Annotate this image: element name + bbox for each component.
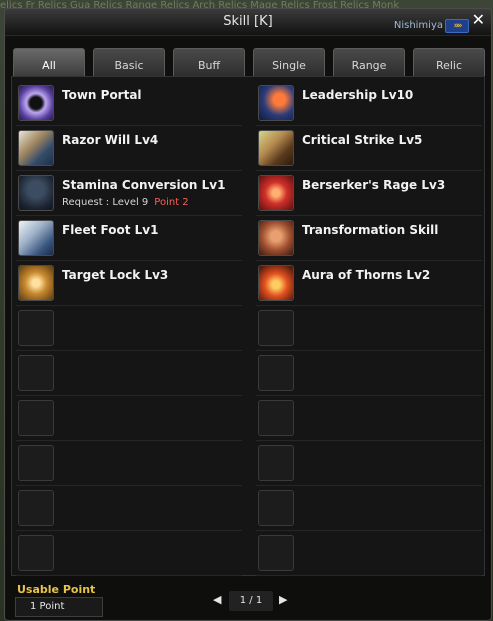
- berserker-icon[interactable]: [258, 175, 294, 211]
- empty-skill-slot[interactable]: [256, 396, 482, 441]
- tab-range[interactable]: Range: [333, 48, 405, 76]
- empty-skill-slot[interactable]: [256, 486, 482, 531]
- tab-bar: All Basic Buff Single Range Relic: [13, 48, 485, 76]
- skill-name: Critical Strike Lv5: [302, 133, 423, 147]
- close-icon[interactable]: ✕: [472, 11, 485, 29]
- skill-name: Razor Will Lv4: [62, 133, 159, 147]
- empty-skill-slot[interactable]: [16, 351, 242, 396]
- empty-skill-slot[interactable]: [16, 306, 242, 351]
- usable-point-label: Usable Point: [17, 583, 96, 596]
- aura-icon[interactable]: [258, 265, 294, 301]
- tab-relic[interactable]: Relic: [413, 48, 485, 76]
- skill-slot[interactable]: Aura of Thorns Lv2: [256, 261, 482, 306]
- empty-skill-slot[interactable]: [256, 351, 482, 396]
- empty-slot-icon[interactable]: [18, 310, 54, 346]
- skill-window: Skill [K] Nishimiya »» ✕ All Basic Buff Sin…: [4, 8, 492, 621]
- skill-name: Fleet Foot Lv1: [62, 223, 159, 237]
- skill-name: Aura of Thorns Lv2: [302, 268, 431, 282]
- skill-slot[interactable]: Fleet Foot Lv1: [16, 216, 242, 261]
- skill-slot[interactable]: Stamina Conversion Lv1 Request : Level 9 P…: [16, 171, 242, 216]
- skill-slot[interactable]: Transformation Skill: [256, 216, 482, 261]
- skill-name: Town Portal: [62, 88, 142, 102]
- empty-slot-icon[interactable]: [18, 400, 54, 436]
- double-arrow-icon[interactable]: »»: [445, 19, 469, 33]
- tab-basic[interactable]: Basic: [93, 48, 165, 76]
- skill-slot[interactable]: Target Lock Lv3: [16, 261, 242, 306]
- skill-list-panel: Town Portal Razor Will Lv4 Stamina Convers…: [11, 76, 485, 576]
- skill-name: Stamina Conversion Lv1: [62, 178, 226, 192]
- empty-slot-icon[interactable]: [258, 535, 294, 571]
- tab-buff[interactable]: Buff: [173, 48, 245, 76]
- skill-column-left: Town Portal Razor Will Lv4 Stamina Convers…: [16, 81, 248, 576]
- portal-icon[interactable]: [18, 85, 54, 121]
- critical-strike-icon[interactable]: [258, 130, 294, 166]
- empty-slot-icon[interactable]: [258, 400, 294, 436]
- empty-slot-icon[interactable]: [258, 490, 294, 526]
- pagination: ◀ 1 / 1 ▶: [213, 591, 293, 611]
- skill-slot[interactable]: Razor Will Lv4: [16, 126, 242, 171]
- empty-skill-slot[interactable]: [256, 441, 482, 486]
- skill-slot[interactable]: Town Portal: [16, 81, 242, 126]
- skill-slot[interactable]: Critical Strike Lv5: [256, 126, 482, 171]
- fist-icon[interactable]: [18, 265, 54, 301]
- skill-requirement: Request : Level 9 Point 2: [62, 197, 189, 208]
- leadership-icon[interactable]: [258, 85, 294, 121]
- skill-name: Berserker's Rage Lv3: [302, 178, 446, 192]
- usable-point-value: 1 Point: [15, 597, 103, 617]
- title-bar[interactable]: Skill [K] Nishimiya »» ✕: [5, 9, 491, 36]
- empty-slot-icon[interactable]: [258, 310, 294, 346]
- next-page-icon[interactable]: ▶: [279, 593, 287, 606]
- empty-skill-slot[interactable]: [16, 486, 242, 531]
- eagle-icon[interactable]: [18, 220, 54, 256]
- empty-skill-slot[interactable]: [256, 306, 482, 351]
- tab-single[interactable]: Single: [253, 48, 325, 76]
- prev-page-icon[interactable]: ◀: [213, 593, 221, 606]
- skill-column-right: Leadership Lv10 Critical Strike Lv5 Berser…: [256, 81, 488, 576]
- empty-slot-icon[interactable]: [18, 535, 54, 571]
- empty-skill-slot[interactable]: [256, 531, 482, 576]
- empty-slot-icon[interactable]: [18, 490, 54, 526]
- skill-slot[interactable]: Leadership Lv10: [256, 81, 482, 126]
- required-points: Point 2: [154, 197, 189, 208]
- skill-slot[interactable]: Berserker's Rage Lv3: [256, 171, 482, 216]
- empty-skill-slot[interactable]: [16, 531, 242, 576]
- empty-slot-icon[interactable]: [18, 355, 54, 391]
- required-level: Request : Level 9: [62, 197, 149, 208]
- transformation-icon[interactable]: [258, 220, 294, 256]
- stamina-icon[interactable]: [18, 175, 54, 211]
- empty-skill-slot[interactable]: [16, 441, 242, 486]
- razor-will-icon[interactable]: [18, 130, 54, 166]
- skill-name: Transformation Skill: [302, 223, 439, 237]
- empty-skill-slot[interactable]: [16, 396, 242, 441]
- empty-slot-icon[interactable]: [18, 445, 54, 481]
- player-name: Nishimiya: [393, 20, 443, 31]
- empty-slot-icon[interactable]: [258, 355, 294, 391]
- page-indicator: 1 / 1: [229, 591, 273, 611]
- skill-name: Leadership Lv10: [302, 88, 414, 102]
- skill-name: Target Lock Lv3: [62, 268, 169, 282]
- empty-slot-icon[interactable]: [258, 445, 294, 481]
- tab-all[interactable]: All: [13, 48, 85, 76]
